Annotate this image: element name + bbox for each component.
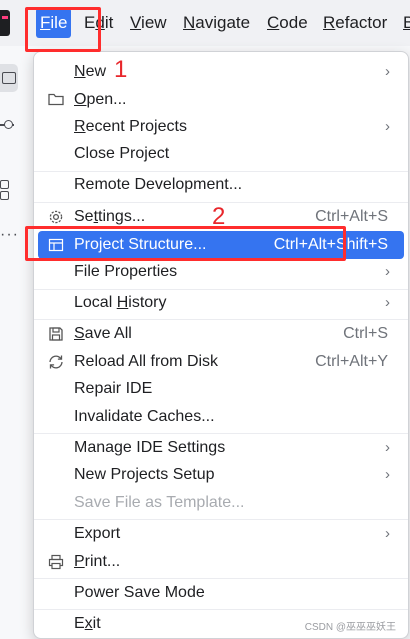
- menu-item-label: Reload All from Disk: [74, 353, 219, 370]
- menu-item-label: Print...: [74, 553, 121, 570]
- annotation-step-2: 2: [212, 203, 226, 230]
- menu-build[interactable]: B: [399, 8, 410, 38]
- menu-item-close-project[interactable]: Close Project: [38, 140, 404, 168]
- chevron-right-icon: ›: [385, 118, 390, 135]
- menu-item-repair-ide[interactable]: Repair IDE: [38, 375, 404, 403]
- menu-item-file-properties[interactable]: File Properties ›: [38, 258, 404, 286]
- menu-item-remote-development[interactable]: Remote Development...: [38, 171, 404, 199]
- menu-item-label: New Projects Setup: [74, 466, 215, 483]
- app-logo-icon: [0, 10, 10, 36]
- menu-item-label: Export: [74, 525, 121, 542]
- menu-item-label: Manage IDE Settings: [74, 439, 226, 456]
- menu-item-label: Exit: [74, 615, 101, 632]
- file-menu-dropdown: New › Open... Recent Projects › Close Pr…: [33, 51, 409, 639]
- menu-item-label: File Properties: [74, 263, 178, 280]
- menu-item-label: Close Project: [74, 145, 170, 162]
- menu-item-recent-projects[interactable]: Recent Projects ›: [38, 113, 404, 141]
- gear-icon: [47, 209, 64, 225]
- menu-item-save-all[interactable]: Save All Ctrl+S: [38, 320, 404, 348]
- menu-item-label: Open...: [74, 91, 127, 108]
- menu-item-label: Remote Development...: [74, 176, 243, 193]
- menu-item-print[interactable]: Print...: [38, 548, 404, 576]
- menu-item-new[interactable]: New ›: [38, 58, 404, 86]
- chevron-right-icon: ›: [385, 439, 390, 456]
- menu-item-invalidate-caches[interactable]: Invalidate Caches...: [38, 403, 404, 431]
- menu-item-label: Recent Projects: [74, 118, 187, 135]
- menu-item-export[interactable]: Export ›: [38, 520, 404, 548]
- menu-item-local-history[interactable]: Local History ›: [38, 289, 404, 317]
- more-tools-icon[interactable]: ···: [0, 226, 19, 244]
- menu-item-label: Save File as Template...: [74, 494, 245, 511]
- chevron-right-icon: ›: [385, 294, 390, 311]
- print-icon: [47, 554, 64, 570]
- menu-item-new-projects-setup[interactable]: New Projects Setup ›: [38, 461, 404, 489]
- menu-item-label: Local History: [74, 294, 167, 311]
- save-icon: [47, 326, 64, 342]
- menu-item-open[interactable]: Open...: [38, 86, 404, 114]
- project-tool-icon[interactable]: [0, 64, 18, 92]
- chevron-right-icon: ›: [385, 525, 390, 542]
- menu-item-label: Save All: [74, 325, 132, 342]
- shortcut-label: Ctrl+S: [343, 325, 388, 342]
- tool-window-strip: ···: [0, 46, 22, 639]
- menu-item-label: Power Save Mode: [74, 584, 205, 601]
- menu-code[interactable]: Code: [263, 8, 312, 38]
- annotation-highlight-project-structure: [25, 226, 346, 261]
- chevron-right-icon: ›: [385, 63, 390, 80]
- menu-item-save-file-as-template: Save File as Template...: [38, 489, 404, 517]
- shortcut-label: Ctrl+Alt+Y: [315, 353, 388, 370]
- menu-item-label: Repair IDE: [74, 380, 153, 397]
- commit-tool-icon[interactable]: [0, 118, 14, 132]
- menu-item-power-save-mode[interactable]: Power Save Mode: [38, 579, 404, 607]
- menu-item-label: Invalidate Caches...: [74, 408, 215, 425]
- menu-refactor[interactable]: Refactor: [319, 8, 391, 38]
- annotation-highlight-file-menu: [25, 7, 101, 52]
- annotation-step-1: 1: [114, 56, 128, 83]
- folder-icon: [47, 92, 64, 108]
- menu-item-reload-all[interactable]: Reload All from Disk Ctrl+Alt+Y: [38, 348, 404, 376]
- chevron-right-icon: ›: [385, 263, 390, 280]
- reload-icon: [47, 354, 64, 370]
- menu-item-label: New: [74, 63, 107, 80]
- menu-navigate[interactable]: Navigate: [179, 8, 254, 38]
- menu-item-manage-ide-settings[interactable]: Manage IDE Settings ›: [38, 434, 404, 462]
- structure-tool-icon[interactable]: [0, 180, 12, 200]
- watermark: CSDN @巫巫巫妖王: [304, 622, 396, 633]
- chevron-right-icon: ›: [385, 466, 390, 483]
- menu-view[interactable]: View: [126, 8, 171, 38]
